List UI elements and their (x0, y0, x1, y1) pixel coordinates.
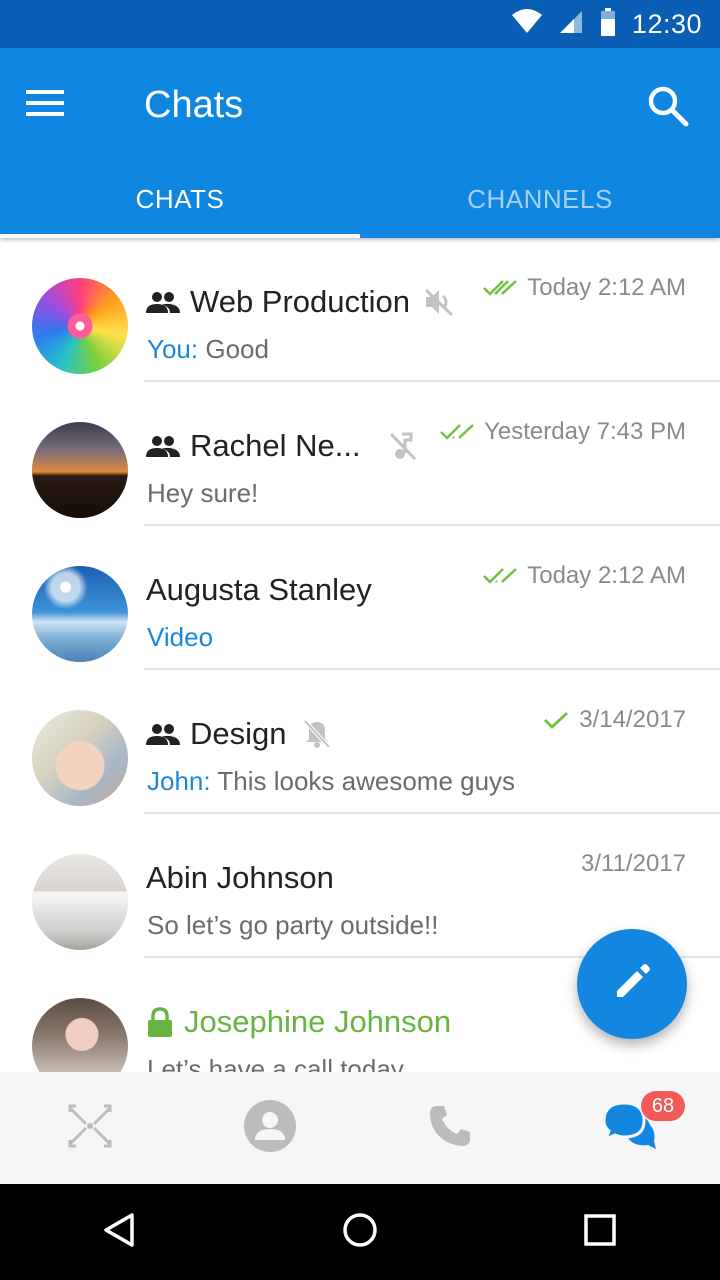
double-check-icon (483, 279, 518, 297)
screen: 12:30 Chats CHATS CHANNELS Web Productio… (0, 0, 720, 1280)
battery-icon (600, 7, 616, 41)
avatar (32, 854, 128, 950)
back-button[interactable] (80, 1192, 160, 1272)
contacts-hub-icon (66, 1104, 114, 1153)
chat-row-augusta[interactable]: Augusta Stanley Today 2:12 AM Video (0, 526, 720, 670)
profile-icon (243, 1099, 297, 1158)
unread-badge: 68 (641, 1091, 685, 1121)
chat-name: Abin Johnson (146, 860, 334, 895)
message-preview: Good (205, 334, 269, 364)
pencil-icon (613, 963, 651, 1006)
chat-row-rachel[interactable]: Rachel Ne... Yesterday 7:43 PM Hey sure! (0, 382, 720, 526)
chat-row-web-production[interactable]: Web Production Today 2:12 AM You: Good (0, 238, 720, 382)
nav-contacts-hub[interactable] (0, 1072, 180, 1184)
phone-icon (428, 1104, 472, 1153)
menu-button[interactable] (26, 78, 86, 132)
chat-row-design[interactable]: Design 3/14/2017 John: This looks awesom… (0, 670, 720, 814)
avatar (32, 278, 128, 374)
tab-channels[interactable]: CHANNELS (360, 160, 720, 238)
app-bar: Chats CHATS CHANNELS (0, 48, 720, 238)
chat-time: Today 2:12 AM (527, 274, 686, 301)
chat-name: Josephine Johnson (184, 1004, 452, 1039)
tab-bar: CHATS CHANNELS (0, 160, 720, 238)
page-title: Chats (144, 84, 244, 126)
double-check-icon (483, 567, 518, 585)
recents-button[interactable] (560, 1192, 640, 1272)
message-preview: Let’s have a call today (147, 1054, 404, 1072)
music-off-icon (389, 431, 417, 461)
avatar (32, 998, 128, 1072)
avatar (32, 710, 128, 806)
check-icon (543, 711, 569, 729)
double-check-icon (440, 423, 474, 441)
volume-off-icon (424, 288, 454, 316)
group-icon (146, 723, 180, 745)
back-triangle-icon (102, 1212, 138, 1253)
chat-time: 3/14/2017 (579, 706, 686, 733)
status-bar: 12:30 (0, 0, 720, 48)
nav-calls[interactable] (360, 1072, 540, 1184)
search-button[interactable] (646, 84, 694, 132)
recents-square-icon (583, 1213, 617, 1252)
chat-time: Today 2:12 AM (527, 562, 686, 589)
compose-button[interactable] (577, 929, 687, 1039)
chat-name: Augusta Stanley (146, 572, 372, 607)
hamburger-icon (26, 89, 64, 122)
chat-name: Rachel Ne... (190, 428, 361, 463)
home-circle-icon (342, 1212, 378, 1253)
chat-name: Design (190, 716, 287, 751)
system-nav-bar (0, 1184, 720, 1280)
message-preview: This looks awesome guys (217, 766, 516, 796)
message-preview: Hey sure! (147, 478, 259, 508)
bell-off-icon (303, 719, 331, 749)
sender-label: You: (147, 334, 199, 364)
tab-chats[interactable]: CHATS (0, 160, 360, 238)
clock: 12:30 (631, 8, 702, 39)
search-icon (646, 86, 690, 132)
avatar (32, 566, 128, 662)
home-button[interactable] (320, 1192, 400, 1272)
chat-time: 3/11/2017 (581, 850, 686, 877)
group-icon (146, 435, 180, 457)
message-preview: So let’s go party outside!! (147, 910, 439, 940)
message-preview: Video (147, 622, 214, 652)
avatar (32, 422, 128, 518)
cell-signal-icon (558, 9, 584, 40)
lock-icon (146, 1007, 174, 1037)
nav-profile[interactable] (180, 1072, 360, 1184)
chat-time: Yesterday 7:43 PM (484, 418, 686, 445)
group-icon (146, 291, 180, 313)
wifi-icon (511, 8, 542, 40)
bottom-nav: 68 (0, 1072, 720, 1184)
nav-chats[interactable]: 68 (540, 1072, 720, 1184)
chat-name: Web Production (190, 284, 410, 319)
sender-label: John: (147, 766, 211, 796)
